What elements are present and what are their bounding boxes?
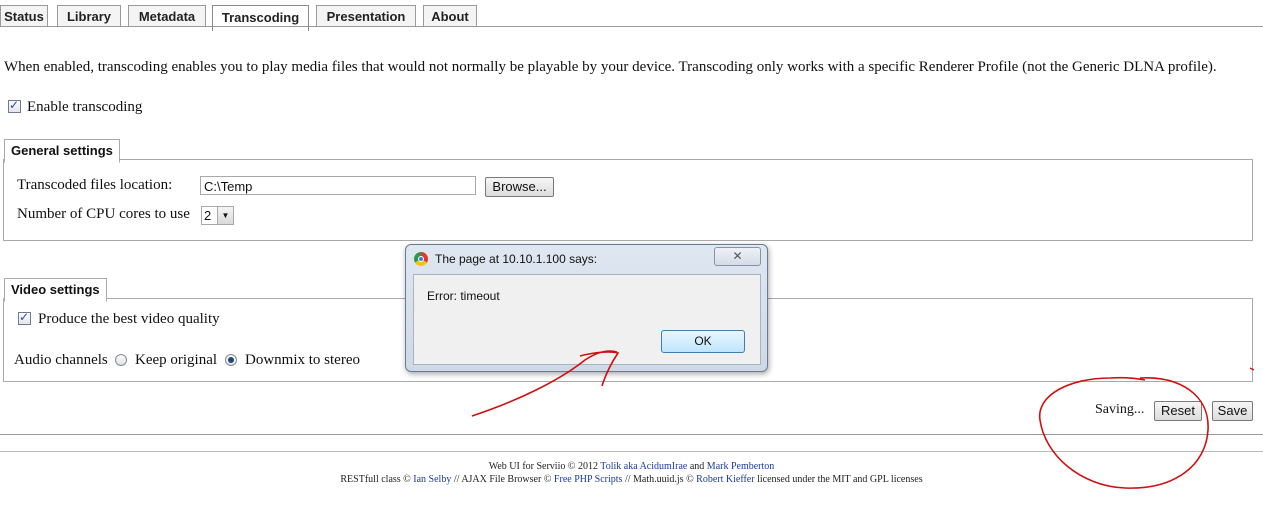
tab-presentation[interactable]: Presentation <box>316 5 416 27</box>
intro-text: When enabled, transcoding enables you to… <box>4 59 1217 75</box>
chevron-down-icon: ▼ <box>217 207 233 224</box>
enable-transcoding-label: Enable transcoding <box>27 99 143 115</box>
dialog-title: The page at 10.10.1.100 says: <box>435 252 598 266</box>
keep-original-label: Keep original <box>135 352 218 368</box>
downmix-stereo-radio[interactable] <box>225 354 237 366</box>
footer-divider-1 <box>0 434 1263 435</box>
footer-text-a: RESTfull class © <box>340 474 411 485</box>
audio-channels-label: Audio channels <box>14 352 108 368</box>
keep-original-radio[interactable] <box>115 354 127 366</box>
cpu-cores-label: Number of CPU cores to use <box>17 206 190 222</box>
tab-metadata[interactable]: Metadata <box>128 5 206 27</box>
footer-and: and <box>689 461 705 472</box>
cpu-cores-value: 2 <box>204 208 212 223</box>
video-settings-legend: Video settings <box>4 278 107 302</box>
cpu-cores-select[interactable]: 2 ▼ <box>201 206 234 225</box>
footer-line-1: Web UI for Serviio © 2012 Tolik aka Acid… <box>0 461 1263 472</box>
tab-bar-divider <box>0 26 1263 27</box>
browse-button[interactable]: Browse... <box>485 177 554 197</box>
close-icon[interactable]: ✕ <box>714 247 761 266</box>
footer-link-author2[interactable]: Mark Pemberton <box>707 461 775 472</box>
footer-text-d: licensed under the MIT and GPL licenses <box>757 474 923 485</box>
tab-library[interactable]: Library <box>57 5 121 27</box>
tab-about[interactable]: About <box>423 5 477 27</box>
chrome-icon <box>414 252 428 266</box>
footer-divider-2 <box>0 451 1263 452</box>
footer-line-2: RESTfull class © Ian Selby // AJAX File … <box>0 474 1263 485</box>
best-quality-checkbox[interactable] <box>18 310 31 325</box>
best-quality-label: Produce the best video quality <box>38 311 220 327</box>
footer-link-author1[interactable]: Tolik aka AcidumIrae <box>600 461 687 472</box>
dialog-body: Error: timeout OK <box>413 274 761 365</box>
tab-status[interactable]: Status <box>0 5 48 27</box>
general-settings-legend: General settings <box>4 139 120 163</box>
footer-link-free-php[interactable]: Free PHP Scripts <box>554 474 623 485</box>
downmix-stereo-label: Downmix to stereo <box>245 352 360 368</box>
footer-link-robert-kieffer[interactable]: Robert Kieffer <box>696 474 754 485</box>
tab-transcoding[interactable]: Transcoding <box>212 5 309 31</box>
saving-status: Saving... <box>1095 402 1145 417</box>
save-button[interactable]: Save <box>1212 401 1253 421</box>
location-label: Transcoded files location: <box>17 177 173 193</box>
reset-button[interactable]: Reset <box>1154 401 1202 421</box>
footer-text-c: // Math.uuid.js © <box>624 474 694 485</box>
tab-bar: Status Library Metadata Transcoding Pres… <box>0 5 1263 31</box>
ok-button[interactable]: OK <box>661 330 745 353</box>
alert-dialog: The page at 10.10.1.100 says: ✕ Error: t… <box>405 244 768 372</box>
general-settings-fieldset <box>3 159 1253 241</box>
enable-transcoding-checkbox[interactable] <box>8 98 21 113</box>
location-input[interactable]: C:\Temp <box>200 176 476 195</box>
footer-credit: Web UI for Serviio © 2012 <box>488 461 598 472</box>
dialog-message: Error: timeout <box>427 289 500 303</box>
footer-link-ian-selby[interactable]: Ian Selby <box>413 474 451 485</box>
footer-text-b: // AJAX File Browser © <box>453 474 552 485</box>
